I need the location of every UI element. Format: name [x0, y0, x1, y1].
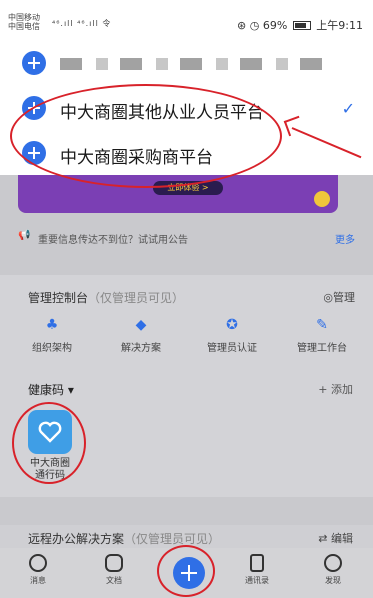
health-add-button[interactable]: + 添加	[318, 381, 353, 397]
banner-decoration	[314, 191, 330, 207]
tab-label: 消息	[30, 576, 46, 585]
status-bar: 中国移动 中国电信 ⁴⁶.ıll ⁴⁶.ıll 令 ⊛ ◷ 69% 上午9:11	[0, 0, 373, 40]
tab-messages[interactable]: 消息	[8, 554, 68, 586]
remote-title: 远程办公解决方案（仅管理员可见）	[28, 530, 220, 547]
tab-label: 文档	[106, 576, 122, 585]
admin-badge-icon: ✪	[226, 317, 238, 333]
workspace-dimmed: 立即体验 > 📢 重要信息传达不到位？试试用公告 更多 管理控制台（仅管理员可见…	[0, 175, 373, 549]
remote-office-section: 远程办公解决方案（仅管理员可见） ⇄ 编辑	[0, 525, 373, 549]
tab-label: 通讯录	[245, 576, 269, 585]
notice-bar[interactable]: 📢 重要信息传达不到位？试试用公告 更多	[0, 222, 373, 252]
tab-workspace-center[interactable]	[173, 557, 205, 589]
admin-console: 管理控制台（仅管理员可见） ◎管理 ♣ 组织架构 ◆ 解决方案 ✪ 管理员认证 …	[0, 275, 373, 497]
status-time: 上午9:11	[316, 19, 363, 32]
org-item-label: 中大商圈其他从业人员平台	[60, 103, 264, 123]
health-code-app[interactable]	[28, 410, 72, 454]
tool-label: 解决方案	[121, 343, 161, 354]
org-current-row[interactable]	[0, 40, 373, 86]
app-label-line-1: 中大商圈	[30, 458, 70, 469]
tool-label: 管理员认证	[207, 343, 257, 354]
tool-admin-workbench[interactable]: ✎ 管理工作台	[282, 317, 362, 354]
org-current-masked	[60, 58, 330, 70]
tool-admin-cert[interactable]: ✪ 管理员认证	[192, 317, 272, 354]
remote-title-note: （仅管理员可见）	[124, 532, 221, 546]
tab-label: 发现	[325, 576, 341, 585]
signal-icon: ⁴⁶.ıll ⁴⁶.ıll 令	[52, 19, 112, 28]
tool-org-structure[interactable]: ♣ 组织架构	[12, 317, 92, 354]
org-item-other-workers[interactable]: 中大商圈其他从业人员平台	[0, 85, 373, 131]
status-icons: ⊛ ◷ 69%	[237, 19, 288, 32]
health-code-title[interactable]: 健康码 ▾	[28, 381, 74, 398]
org-item-label: 中大商圈采购商平台	[60, 148, 213, 168]
promo-banner[interactable]: 立即体验 >	[18, 175, 338, 213]
org-chart-icon: ♣	[45, 317, 59, 333]
org-switcher: 中大商圈其他从业人员平台 ✓ 中大商圈采购商平台	[0, 40, 373, 175]
carrier-2: 中国电信	[8, 22, 40, 31]
console-manage-button[interactable]: ◎管理	[323, 289, 355, 305]
notice-more-link[interactable]: 更多	[335, 231, 355, 246]
org-app-icon	[22, 51, 46, 75]
bottom-tab-bar: 消息 文档 通讯录 发现	[0, 548, 373, 598]
tab-documents[interactable]: 文档	[84, 554, 144, 586]
console-title: 管理控制台（仅管理员可见）	[28, 289, 184, 306]
tab-contacts[interactable]: 通讯录	[227, 554, 287, 586]
solution-icon: ◆	[135, 317, 147, 333]
console-title-note: （仅管理员可见）	[88, 291, 185, 305]
document-icon	[105, 554, 123, 572]
console-title-text: 管理控制台	[28, 291, 89, 305]
heart-icon	[38, 421, 62, 443]
health-code-app-label: 中大商圈 通行码	[18, 458, 82, 482]
battery-icon	[292, 21, 311, 30]
contacts-icon	[250, 554, 264, 572]
compass-icon	[324, 554, 342, 572]
message-icon	[29, 554, 47, 572]
tool-label: 管理工作台	[297, 343, 347, 354]
app-label-line-2: 通行码	[35, 470, 65, 481]
notice-text: 重要信息传达不到位？试试用公告	[38, 235, 188, 246]
org-app-icon	[22, 96, 46, 120]
tab-discover[interactable]: 发现	[303, 554, 363, 586]
remote-edit-button[interactable]: ⇄ 编辑	[318, 530, 353, 546]
status-right: ⊛ ◷ 69% 上午9:11	[237, 17, 363, 33]
remote-title-text: 远程办公解决方案	[28, 532, 125, 546]
org-app-icon	[22, 141, 46, 165]
tool-solutions[interactable]: ◆ 解决方案	[101, 317, 181, 354]
megaphone-icon: 📢	[18, 230, 31, 241]
check-icon: ✓	[341, 99, 355, 118]
try-now-button[interactable]: 立即体验 >	[153, 181, 223, 195]
wrench-icon: ✎	[316, 317, 328, 333]
tool-label: 组织架构	[32, 343, 72, 354]
carrier-info: 中国移动 中国电信	[8, 13, 40, 31]
carrier-1: 中国移动	[8, 13, 40, 22]
